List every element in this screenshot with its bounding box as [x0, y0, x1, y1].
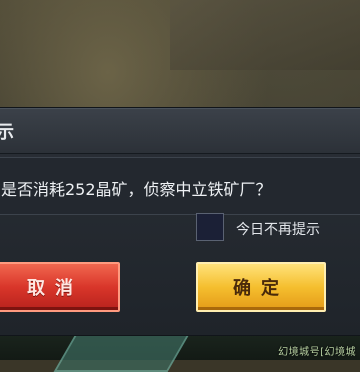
dialog-header: 示 — [0, 109, 360, 154]
map-terrain-block — [170, 0, 360, 70]
cancel-button[interactable]: 取消 — [0, 262, 120, 312]
map-location-label: 幻境城号[幻境城 — [278, 347, 356, 358]
dialog-message: 是否消耗252晶矿，侦察中立铁矿厂？ — [1, 180, 272, 199]
confirm-dialog: 示 是否消耗252晶矿，侦察中立铁矿厂？ 今日不再提示 取消 确定 — [0, 108, 360, 335]
dont-remind-today-row[interactable]: 今日不再提示 — [196, 213, 356, 243]
dont-remind-label: 今日不再提示 — [236, 222, 320, 238]
confirm-button[interactable]: 确定 — [196, 262, 326, 312]
dont-remind-checkbox[interactable] — [196, 213, 224, 241]
dialog-message-box: 是否消耗252晶矿，侦察中立铁矿厂？ — [0, 157, 360, 215]
dialog-title: 示 — [0, 122, 14, 143]
